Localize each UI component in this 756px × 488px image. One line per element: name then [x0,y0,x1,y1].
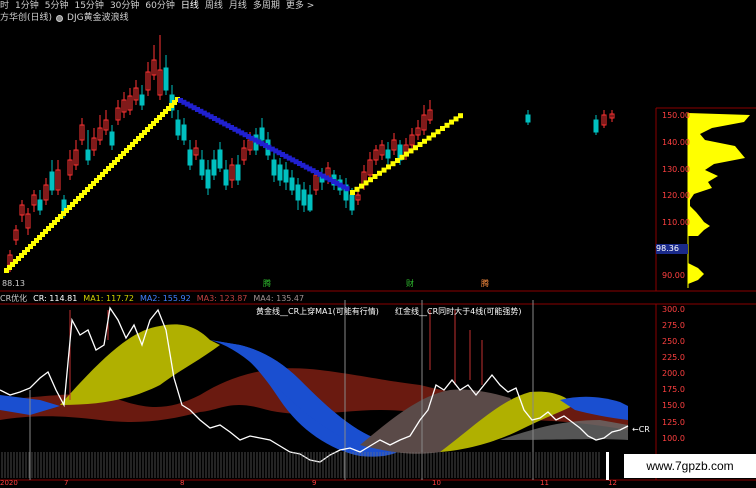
candle-body [295,184,301,201]
ind-tick-175: 175.0 [662,385,685,394]
candle-body [593,119,599,133]
wave-point [395,158,400,163]
ind-tick-225: 225.0 [662,353,685,362]
cr-pointer-label: ←CR [632,425,650,434]
price-tick-90: 90.00 [662,271,685,280]
candle-body [259,127,265,141]
wave-point [372,174,378,179]
candle-body [163,67,169,91]
candle-body [211,159,217,176]
cursor-bar [606,452,609,480]
current-price-label: 98.36 [656,244,679,253]
candle-body [49,171,55,191]
candle-body [199,159,205,176]
candle-body [289,177,295,191]
wave-point [386,164,391,170]
candle-body [307,194,313,211]
wave-point [390,161,396,167]
ma4-value: MA4: 135.47 [253,294,305,303]
price-tick-140: 140.00 [662,138,690,147]
wave-point [377,170,382,176]
kline-chart[interactable] [0,0,756,487]
candle-body [349,194,355,211]
ma2-value: MA2: 155.92 [140,294,191,303]
wave-point [368,177,373,183]
wave-point [422,138,427,144]
candle-body [223,169,229,186]
wave-point [417,142,423,147]
candle-body [85,149,91,161]
ma3-value: MA3: 123.87 [196,294,248,303]
candle-body [139,94,145,106]
cr-value: CR: 114.81 [33,294,78,303]
wave-point [350,190,355,195]
candle-body [181,124,187,141]
wave-point [426,135,432,141]
red-line-annotation: 红金线__CR同时大于4线(可能强势) [395,307,522,316]
candle-body [37,199,43,211]
candle-body [385,149,391,159]
candle-body [525,114,531,123]
candle-body [301,189,307,206]
indicator-title[interactable]: CR优化 [0,294,27,304]
wave-point [449,119,454,125]
ind-tick-250: 250.0 [662,337,685,346]
wave-point [399,154,405,160]
wave-point [359,183,364,189]
wave-point [458,113,463,119]
ind-tick-200: 200.0 [662,369,685,378]
price-tick-150: 150.00 [662,111,690,120]
candle-body [109,131,115,146]
wave-point [435,129,441,135]
ma1-value: MA1: 117.72 [83,294,134,303]
wave-point [431,132,436,138]
candle-body [271,159,277,176]
gold-wave-line [4,97,463,273]
candle-body [235,164,241,181]
event-marker-1[interactable]: 腾 [263,279,271,288]
wave-point [453,116,459,122]
price-tick-120: 120.00 [662,191,690,200]
ind-tick-300: 300.0 [662,305,685,314]
candle-body [277,164,283,181]
candle-body [283,169,289,183]
watermark: www.7gpzb.com [624,454,756,478]
wave-point [381,167,387,173]
wave-point [404,151,409,157]
wave-point [363,180,369,186]
candle-body [205,169,211,189]
low-price-label: 88.13 [2,279,25,288]
event-marker-3[interactable]: 腾 [481,279,489,288]
wave-point [413,145,418,151]
event-marker-2[interactable]: 财 [406,279,414,288]
yellow-line-annotation: 黄金线__CR上穿MA1(可能有行情) [256,307,379,316]
ind-tick-100: 100.0 [662,434,685,443]
wave-point [354,186,360,192]
yellow-band-left [60,324,220,405]
ind-tick-150: 150.0 [662,401,685,410]
price-tick-110: 110.00 [662,218,690,227]
candle-body [217,149,223,169]
candle-body [187,149,193,166]
volume-stubs [1,452,600,478]
volume-profile-lower [688,263,704,284]
wave-point [444,122,450,128]
indicator-header: CR优化 CR: 114.81 MA1: 117.72 MA2: 155.92 … [0,294,304,304]
wave-point [408,148,414,154]
wave-point [344,186,350,192]
ind-tick-275: 275.0 [662,321,685,330]
candle-body [175,119,181,136]
ind-tick-125: 125.0 [662,418,685,427]
volume-profile [688,113,750,236]
candlesticks [7,35,615,272]
wave-point [440,126,445,131]
price-tick-130: 130.00 [662,165,690,174]
